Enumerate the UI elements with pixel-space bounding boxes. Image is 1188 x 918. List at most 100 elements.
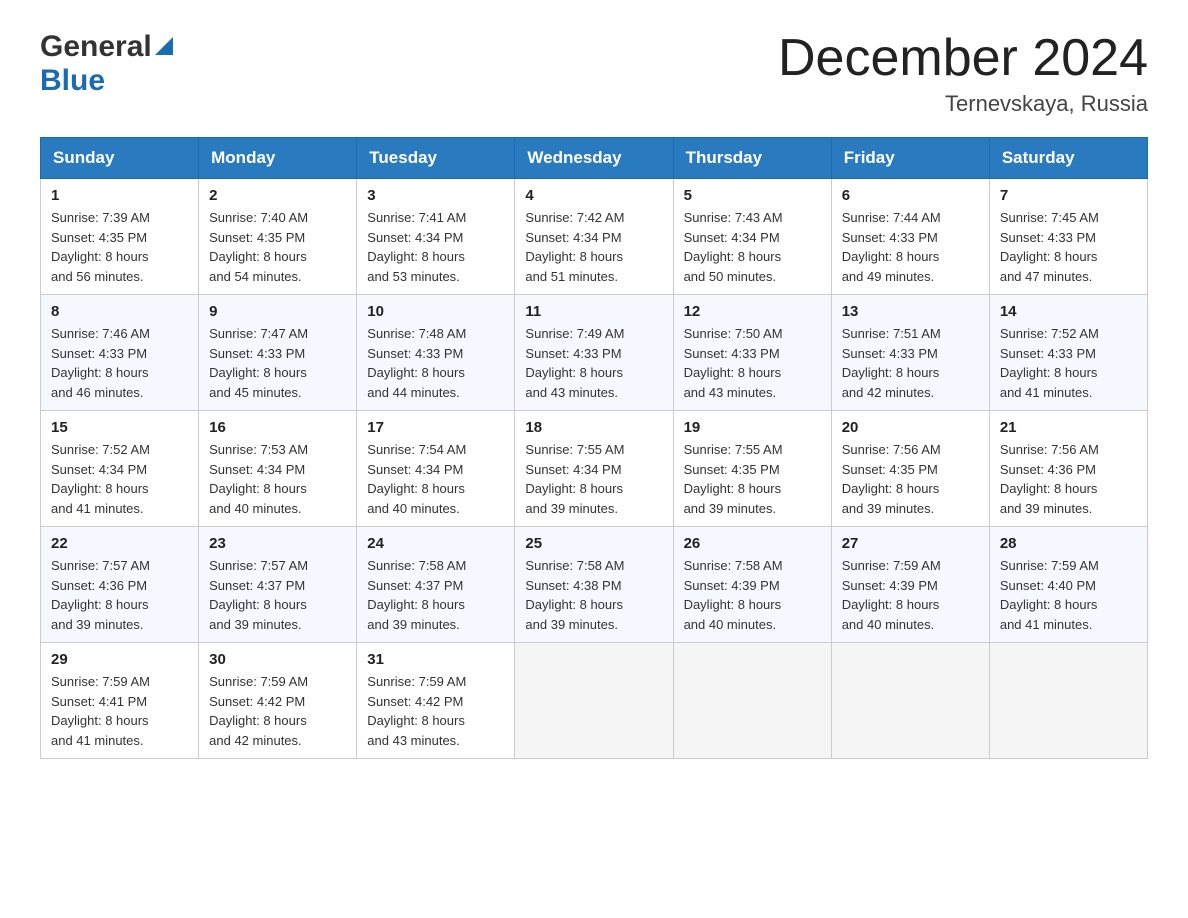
day-number: 1 bbox=[51, 187, 188, 204]
day-info: Sunrise: 7:43 AMSunset: 4:34 PMDaylight:… bbox=[684, 208, 821, 286]
day-number: 19 bbox=[684, 419, 821, 436]
day-info: Sunrise: 7:57 AMSunset: 4:37 PMDaylight:… bbox=[209, 556, 346, 634]
day-number: 10 bbox=[367, 303, 504, 320]
calendar-cell: 29 Sunrise: 7:59 AMSunset: 4:41 PMDayligh… bbox=[41, 643, 199, 759]
calendar-cell: 15 Sunrise: 7:52 AMSunset: 4:34 PMDayligh… bbox=[41, 411, 199, 527]
day-number: 14 bbox=[1000, 303, 1137, 320]
calendar-cell: 28 Sunrise: 7:59 AMSunset: 4:40 PMDayligh… bbox=[989, 527, 1147, 643]
day-number: 4 bbox=[525, 187, 662, 204]
day-number: 7 bbox=[1000, 187, 1137, 204]
calendar-cell: 17 Sunrise: 7:54 AMSunset: 4:34 PMDayligh… bbox=[357, 411, 515, 527]
day-info: Sunrise: 7:52 AMSunset: 4:33 PMDaylight:… bbox=[1000, 324, 1137, 402]
calendar-cell: 22Sunrise: 7:57 AMSunset: 4:36 PMDayligh… bbox=[41, 527, 199, 643]
day-info: Sunrise: 7:59 AMSunset: 4:40 PMDaylight:… bbox=[1000, 556, 1137, 634]
calendar-cell bbox=[989, 643, 1147, 759]
calendar-cell: 19Sunrise: 7:55 AMSunset: 4:35 PMDayligh… bbox=[673, 411, 831, 527]
day-info: Sunrise: 7:59 AMSunset: 4:39 PMDaylight:… bbox=[842, 556, 979, 634]
header-thursday: Thursday bbox=[673, 138, 831, 179]
day-number: 21 bbox=[1000, 419, 1137, 436]
day-number: 12 bbox=[684, 303, 821, 320]
calendar-cell: 23Sunrise: 7:57 AMSunset: 4:37 PMDayligh… bbox=[199, 527, 357, 643]
day-number: 17 bbox=[367, 419, 504, 436]
day-info: Sunrise: 7:53 AMSunset: 4:34 PMDaylight:… bbox=[209, 440, 346, 518]
day-number: 3 bbox=[367, 187, 504, 204]
calendar-cell: 2Sunrise: 7:40 AMSunset: 4:35 PMDaylight… bbox=[199, 179, 357, 295]
calendar-cell: 4 Sunrise: 7:42 AMSunset: 4:34 PMDaylight… bbox=[515, 179, 673, 295]
calendar-cell bbox=[831, 643, 989, 759]
day-number: 6 bbox=[842, 187, 979, 204]
day-number: 29 bbox=[51, 651, 188, 668]
day-number: 9 bbox=[209, 303, 346, 320]
day-info: Sunrise: 7:52 AMSunset: 4:34 PMDaylight:… bbox=[51, 440, 188, 518]
calendar-cell: 3 Sunrise: 7:41 AMSunset: 4:34 PMDaylight… bbox=[357, 179, 515, 295]
day-info: Sunrise: 7:44 AMSunset: 4:33 PMDaylight:… bbox=[842, 208, 979, 286]
day-number: 13 bbox=[842, 303, 979, 320]
day-info: Sunrise: 7:41 AMSunset: 4:34 PMDaylight:… bbox=[367, 208, 504, 286]
calendar-cell bbox=[515, 643, 673, 759]
day-info: Sunrise: 7:58 AMSunset: 4:38 PMDaylight:… bbox=[525, 556, 662, 634]
header-monday: Monday bbox=[199, 138, 357, 179]
calendar-cell: 13 Sunrise: 7:51 AMSunset: 4:33 PMDayligh… bbox=[831, 295, 989, 411]
calendar-cell: 7 Sunrise: 7:45 AMSunset: 4:33 PMDaylight… bbox=[989, 179, 1147, 295]
logo-blue-label: Blue bbox=[40, 64, 105, 97]
day-info: Sunrise: 7:46 AMSunset: 4:33 PMDaylight:… bbox=[51, 324, 188, 402]
day-number: 2 bbox=[209, 187, 346, 204]
calendar-cell: 18Sunrise: 7:55 AMSunset: 4:34 PMDayligh… bbox=[515, 411, 673, 527]
header-wednesday: Wednesday bbox=[515, 138, 673, 179]
day-info: Sunrise: 7:49 AMSunset: 4:33 PMDaylight:… bbox=[525, 324, 662, 402]
calendar-week-row: 1Sunrise: 7:39 AMSunset: 4:35 PMDaylight… bbox=[41, 179, 1148, 295]
calendar-cell: 12 Sunrise: 7:50 AMSunset: 4:33 PMDayligh… bbox=[673, 295, 831, 411]
day-info: Sunrise: 7:59 AMSunset: 4:42 PMDaylight:… bbox=[209, 672, 346, 750]
day-info: Sunrise: 7:56 AMSunset: 4:36 PMDaylight:… bbox=[1000, 440, 1137, 518]
page-header: General Blue December 2024 Ternevskaya, … bbox=[40, 30, 1148, 117]
calendar-cell: 30 Sunrise: 7:59 AMSunset: 4:42 PMDayligh… bbox=[199, 643, 357, 759]
calendar-cell: 11 Sunrise: 7:49 AMSunset: 4:33 PMDayligh… bbox=[515, 295, 673, 411]
calendar-cell: 14 Sunrise: 7:52 AMSunset: 4:33 PMDayligh… bbox=[989, 295, 1147, 411]
day-number: 26 bbox=[684, 535, 821, 552]
logo-line1: General bbox=[40, 30, 173, 64]
day-number: 15 bbox=[51, 419, 188, 436]
day-info: Sunrise: 7:59 AMSunset: 4:42 PMDaylight:… bbox=[367, 672, 504, 750]
day-info: Sunrise: 7:58 AMSunset: 4:37 PMDaylight:… bbox=[367, 556, 504, 634]
day-number: 5 bbox=[684, 187, 821, 204]
day-number: 27 bbox=[842, 535, 979, 552]
day-info: Sunrise: 7:58 AMSunset: 4:39 PMDaylight:… bbox=[684, 556, 821, 634]
day-number: 28 bbox=[1000, 535, 1137, 552]
calendar-cell: 10 Sunrise: 7:48 AMSunset: 4:33 PMDayligh… bbox=[357, 295, 515, 411]
day-number: 31 bbox=[367, 651, 504, 668]
day-number: 11 bbox=[525, 303, 662, 320]
header-tuesday: Tuesday bbox=[357, 138, 515, 179]
day-number: 16 bbox=[209, 419, 346, 436]
calendar-cell: 9Sunrise: 7:47 AMSunset: 4:33 PMDaylight… bbox=[199, 295, 357, 411]
calendar-cell: 8Sunrise: 7:46 AMSunset: 4:33 PMDaylight… bbox=[41, 295, 199, 411]
calendar-cell: 1Sunrise: 7:39 AMSunset: 4:35 PMDaylight… bbox=[41, 179, 199, 295]
day-info: Sunrise: 7:54 AMSunset: 4:34 PMDaylight:… bbox=[367, 440, 504, 518]
logo-triangle-icon bbox=[155, 37, 173, 55]
calendar-cell: 26 Sunrise: 7:58 AMSunset: 4:39 PMDayligh… bbox=[673, 527, 831, 643]
day-info: Sunrise: 7:56 AMSunset: 4:35 PMDaylight:… bbox=[842, 440, 979, 518]
calendar-week-row: 15 Sunrise: 7:52 AMSunset: 4:34 PMDayligh… bbox=[41, 411, 1148, 527]
header-sunday: Sunday bbox=[41, 138, 199, 179]
day-number: 18 bbox=[525, 419, 662, 436]
calendar-cell: 6 Sunrise: 7:44 AMSunset: 4:33 PMDaylight… bbox=[831, 179, 989, 295]
calendar-cell: 31 Sunrise: 7:59 AMSunset: 4:42 PMDayligh… bbox=[357, 643, 515, 759]
calendar-header-row: SundayMondayTuesdayWednesdayThursdayFrid… bbox=[41, 138, 1148, 179]
day-info: Sunrise: 7:45 AMSunset: 4:33 PMDaylight:… bbox=[1000, 208, 1137, 286]
calendar-week-row: 22Sunrise: 7:57 AMSunset: 4:36 PMDayligh… bbox=[41, 527, 1148, 643]
calendar-cell: 20Sunrise: 7:56 AMSunset: 4:35 PMDayligh… bbox=[831, 411, 989, 527]
day-number: 30 bbox=[209, 651, 346, 668]
title-block: December 2024 Ternevskaya, Russia bbox=[778, 30, 1148, 117]
day-info: Sunrise: 7:48 AMSunset: 4:33 PMDaylight:… bbox=[367, 324, 504, 402]
calendar-week-row: 8Sunrise: 7:46 AMSunset: 4:33 PMDaylight… bbox=[41, 295, 1148, 411]
calendar-cell: 21 Sunrise: 7:56 AMSunset: 4:36 PMDayligh… bbox=[989, 411, 1147, 527]
header-friday: Friday bbox=[831, 138, 989, 179]
day-info: Sunrise: 7:42 AMSunset: 4:34 PMDaylight:… bbox=[525, 208, 662, 286]
day-info: Sunrise: 7:51 AMSunset: 4:33 PMDaylight:… bbox=[842, 324, 979, 402]
calendar-cell bbox=[673, 643, 831, 759]
day-number: 24 bbox=[367, 535, 504, 552]
calendar-cell: 16 Sunrise: 7:53 AMSunset: 4:34 PMDayligh… bbox=[199, 411, 357, 527]
calendar-cell: 27 Sunrise: 7:59 AMSunset: 4:39 PMDayligh… bbox=[831, 527, 989, 643]
day-info: Sunrise: 7:50 AMSunset: 4:33 PMDaylight:… bbox=[684, 324, 821, 402]
day-info: Sunrise: 7:59 AMSunset: 4:41 PMDaylight:… bbox=[51, 672, 188, 750]
day-info: Sunrise: 7:57 AMSunset: 4:36 PMDaylight:… bbox=[51, 556, 188, 634]
